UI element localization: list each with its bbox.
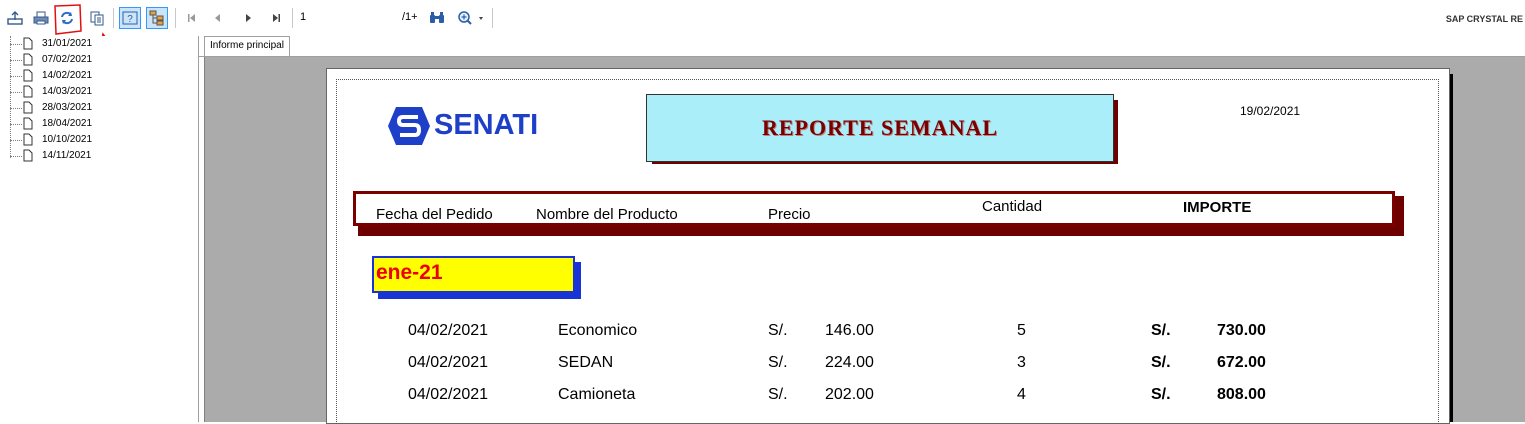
row-fecha: 04/02/2021 xyxy=(408,386,489,403)
tree-item-label: 14/03/2021 xyxy=(42,86,93,97)
row-producto: SEDAN xyxy=(558,354,614,371)
document-icon xyxy=(23,133,33,146)
tree-item-label: 18/04/2021 xyxy=(42,118,93,129)
tree-item[interactable]: 18/04/2021 xyxy=(10,116,190,132)
tree-item[interactable]: 14/02/2021 xyxy=(10,68,190,84)
zoom-icon[interactable] xyxy=(456,8,486,28)
tree-item-label: 07/02/2021 xyxy=(42,54,93,65)
app-brand: SAP CRYSTAL RE xyxy=(1445,14,1523,24)
tree-item[interactable]: 14/11/2021 xyxy=(10,148,190,164)
tab-strip: Informe principal xyxy=(199,36,1525,57)
toolbar-separator xyxy=(292,8,293,28)
row-currency: S/. xyxy=(768,322,788,339)
row-importe-currency: S/. xyxy=(1151,386,1171,403)
document-icon xyxy=(23,117,33,130)
row-cantidad: 5 xyxy=(1017,322,1026,339)
document-icon xyxy=(23,149,33,162)
tree-item[interactable]: 31/01/2021 xyxy=(10,36,190,52)
row-importe: 730.00 xyxy=(1217,322,1266,339)
report-title: REPORTE SEMANAL xyxy=(761,115,999,140)
row-producto: Economico xyxy=(558,322,638,339)
tree-item[interactable]: 10/10/2021 xyxy=(10,132,190,148)
row-importe: 808.00 xyxy=(1217,386,1266,403)
row-currency: S/. xyxy=(768,386,788,403)
row-precio: 146.00 xyxy=(825,322,874,339)
row-cantidad: 3 xyxy=(1017,354,1026,371)
tab-informe-principal[interactable]: Informe principal xyxy=(204,36,290,56)
row-fecha: 04/02/2021 xyxy=(408,354,489,371)
toolbar-separator xyxy=(492,8,493,28)
tree-item[interactable]: 14/03/2021 xyxy=(10,84,190,100)
senati-logo-icon xyxy=(388,107,430,145)
logo-text: SENATI xyxy=(434,109,539,141)
header-cantidad: Cantidad xyxy=(982,198,1043,215)
tree-item[interactable]: 07/02/2021 xyxy=(10,52,190,68)
header-fecha: Fecha del Pedido xyxy=(376,206,493,223)
next-page-icon[interactable] xyxy=(237,8,259,28)
row-precio: 202.00 xyxy=(825,386,874,403)
tree-item-label: 14/02/2021 xyxy=(42,70,93,81)
header-importe: IMPORTE xyxy=(1183,199,1252,216)
row-importe-currency: S/. xyxy=(1151,322,1171,339)
header-producto: Nombre del Producto xyxy=(536,206,678,223)
row-fecha: 04/02/2021 xyxy=(408,322,489,339)
document-icon xyxy=(23,37,33,50)
tree-item-label: 14/11/2021 xyxy=(42,150,92,161)
toolbar: ? /1+ SAP CRYSTAL RE xyxy=(0,0,1525,36)
page-number-input[interactable] xyxy=(298,9,402,25)
row-cantidad: 4 xyxy=(1017,386,1026,403)
tree-item-label: 28/03/2021 xyxy=(42,102,93,113)
tree-item-label: 31/01/2021 xyxy=(42,38,93,49)
header-precio: Precio xyxy=(768,206,811,223)
row-producto: Camioneta xyxy=(558,386,636,403)
page-total-label: /1+ xyxy=(402,11,418,23)
document-icon xyxy=(23,69,33,82)
document-icon xyxy=(23,53,33,66)
document-icon xyxy=(23,85,33,98)
previous-page-icon[interactable] xyxy=(207,8,229,28)
row-importe-currency: S/. xyxy=(1151,354,1171,371)
row-currency: S/. xyxy=(768,354,788,371)
report-title-box: REPORTE SEMANAL xyxy=(646,94,1114,162)
report-date: 19/02/2021 xyxy=(1240,104,1301,118)
row-precio: 224.00 xyxy=(825,354,874,371)
tree-item[interactable]: 28/03/2021 xyxy=(10,100,190,116)
annotation-box xyxy=(54,4,82,35)
document-icon xyxy=(23,101,33,114)
group-header-label: ene-21 xyxy=(376,261,443,284)
tree-item-label: 10/10/2021 xyxy=(42,134,93,145)
last-page-icon[interactable] xyxy=(265,8,287,28)
group-tree: 31/01/2021 07/02/2021 14/02/2021 14/03/2… xyxy=(0,36,199,422)
binoculars-icon[interactable] xyxy=(426,8,448,28)
row-importe: 672.00 xyxy=(1217,354,1266,371)
